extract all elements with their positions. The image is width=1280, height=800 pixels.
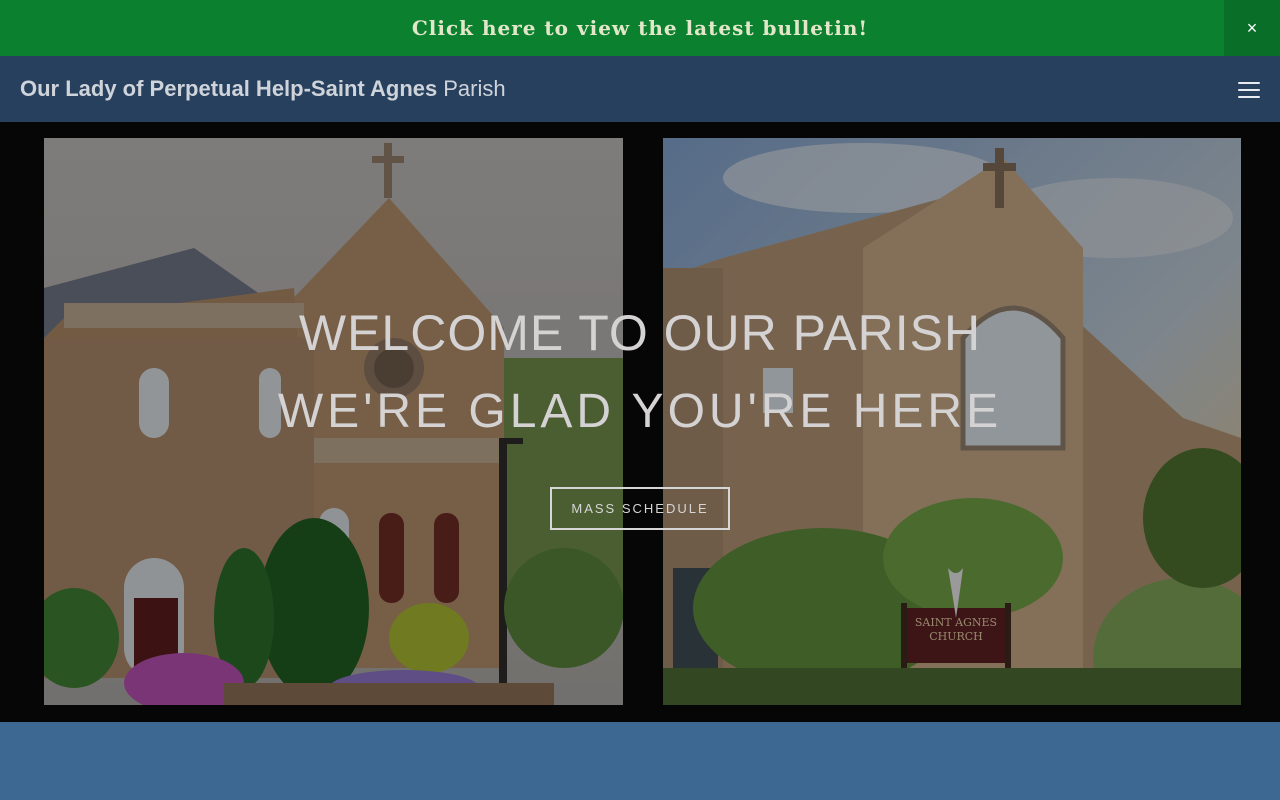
next-section [0,722,1280,800]
close-announcement-button[interactable]: × [1224,0,1280,56]
hamburger-menu-icon[interactable] [1238,78,1260,100]
site-title[interactable]: Our Lady of Perpetual Help-Saint Agnes P… [20,56,506,122]
site-title-suffix: Parish [443,76,506,101]
hero-section: SAINT AGNES CHURCH WELCOME TO OUR PARISH… [0,122,1280,722]
close-icon: × [1246,17,1258,38]
site-title-main: Our Lady of Perpetual Help-Saint Agnes [20,76,438,101]
hero-glad-heading: WE'RE GLAD YOU'RE HERE [277,385,1003,438]
hero-welcome-heading: WELCOME TO OUR PARISH [298,305,982,361]
mass-schedule-button[interactable]: MASS SCHEDULE [550,487,730,530]
bulletin-link[interactable]: Click here to view the latest bulletin! [0,0,1224,56]
site-header: Our Lady of Perpetual Help-Saint Agnes P… [0,56,1280,122]
announcement-bar: Click here to view the latest bulletin! … [0,0,1280,56]
